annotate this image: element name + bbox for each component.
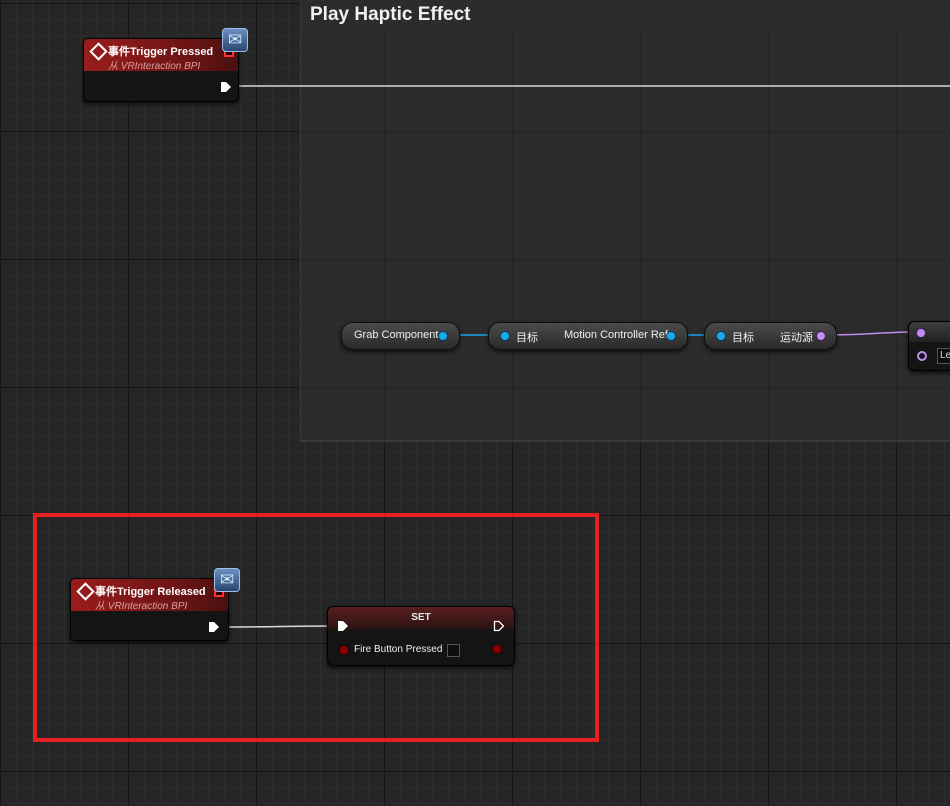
target-label: 目标 [516, 332, 538, 344]
target-label: 目标 [732, 332, 754, 344]
exec-out-pin[interactable] [220, 81, 232, 93]
grab-component-node[interactable]: Grab Component [341, 322, 460, 350]
event-diamond-icon [89, 42, 108, 61]
enum-in-pin-2[interactable] [917, 351, 927, 361]
exec-arrow-icon [221, 82, 231, 92]
motion-source-out-pin[interactable] [817, 332, 825, 340]
motion-controller-ref-node[interactable]: 目标 Motion Controller Ref [488, 322, 688, 350]
target-in-pin[interactable] [717, 332, 725, 340]
event-node-trigger-pressed[interactable]: 事件Trigger Pressed 从 VRInteraction BPI [83, 38, 239, 102]
enum-wire [822, 331, 919, 336]
motion-controller-ref-out-pin[interactable] [667, 332, 675, 340]
motion-controller-ref-label: Motion Controller Ref [564, 329, 668, 341]
interface-message-icon: ✉ [222, 28, 248, 52]
partial-node-header [909, 322, 950, 342]
event-subtitle: 从 VRInteraction BPI [108, 61, 201, 72]
grab-component-out-pin[interactable] [439, 332, 447, 340]
target-in-pin[interactable] [501, 332, 509, 340]
highlight-box [33, 513, 599, 742]
grab-component-label: Grab Component [354, 329, 439, 341]
haptic-effect-node-partial[interactable]: Le [908, 321, 950, 371]
motion-source-label: 运动源 [780, 332, 813, 344]
hand-enum-field[interactable]: Le [937, 348, 950, 364]
motion-source-node[interactable]: 目标 运动源 [704, 322, 837, 350]
event-node-header: 事件Trigger Pressed 从 VRInteraction BPI [84, 39, 238, 72]
enum-in-pin[interactable] [917, 329, 925, 337]
